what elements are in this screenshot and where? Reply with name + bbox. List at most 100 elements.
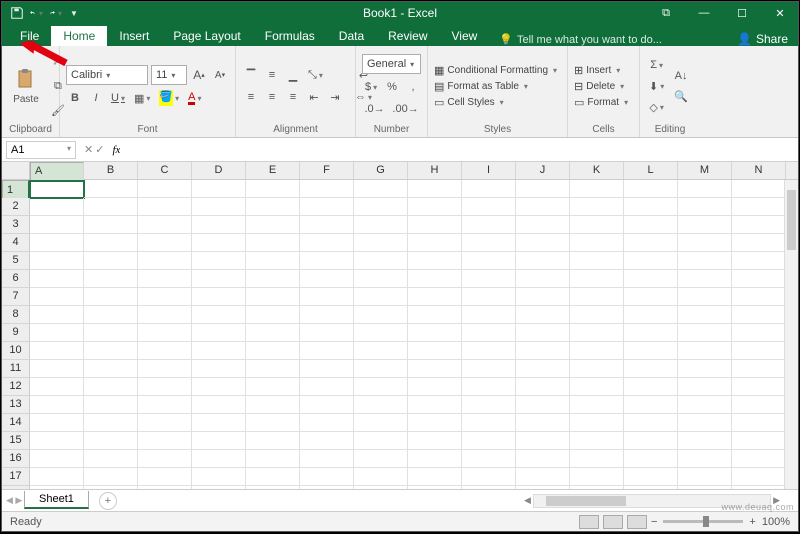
- cell[interactable]: [138, 360, 192, 378]
- close-button[interactable]: ✕: [766, 7, 794, 20]
- cell[interactable]: [624, 216, 678, 234]
- cell[interactable]: [84, 180, 138, 198]
- cell[interactable]: [678, 180, 732, 198]
- scroll-left-icon[interactable]: ◀: [522, 495, 533, 506]
- cell[interactable]: [570, 450, 624, 468]
- cell[interactable]: [732, 234, 786, 252]
- cell[interactable]: [570, 396, 624, 414]
- cell[interactable]: [462, 432, 516, 450]
- align-left-icon[interactable]: ≡: [242, 88, 260, 106]
- cell[interactable]: [732, 414, 786, 432]
- cell[interactable]: [246, 414, 300, 432]
- cell[interactable]: [30, 414, 84, 432]
- cell[interactable]: [462, 414, 516, 432]
- cell[interactable]: [138, 342, 192, 360]
- cell[interactable]: [408, 360, 462, 378]
- column-header[interactable]: N: [732, 162, 786, 179]
- cell[interactable]: [624, 306, 678, 324]
- page-layout-view-button[interactable]: [603, 515, 623, 529]
- cell[interactable]: [300, 270, 354, 288]
- row-header[interactable]: 17: [2, 468, 30, 486]
- cell[interactable]: [408, 198, 462, 216]
- cell[interactable]: [624, 450, 678, 468]
- name-box[interactable]: A1▾: [6, 141, 76, 159]
- cell[interactable]: [192, 270, 246, 288]
- fill-icon[interactable]: ⬇▾: [646, 77, 667, 95]
- column-header[interactable]: J: [516, 162, 570, 179]
- cell[interactable]: [516, 198, 570, 216]
- cancel-formula-icon[interactable]: ✕: [84, 143, 93, 156]
- decrease-indent-icon[interactable]: ⇤: [305, 88, 323, 106]
- cell[interactable]: [570, 342, 624, 360]
- cell[interactable]: [354, 288, 408, 306]
- cell[interactable]: [246, 270, 300, 288]
- cell[interactable]: [354, 342, 408, 360]
- fx-label[interactable]: fx: [112, 144, 120, 156]
- cell[interactable]: [408, 270, 462, 288]
- cell[interactable]: [30, 450, 84, 468]
- cell[interactable]: [624, 432, 678, 450]
- cell[interactable]: [300, 468, 354, 486]
- cell[interactable]: [138, 414, 192, 432]
- cell[interactable]: [354, 360, 408, 378]
- cell[interactable]: [732, 306, 786, 324]
- zoom-slider-thumb[interactable]: [703, 516, 709, 527]
- cell[interactable]: [192, 378, 246, 396]
- tab-file[interactable]: File: [8, 26, 51, 46]
- scrollbar-thumb[interactable]: [546, 496, 626, 506]
- cell[interactable]: [678, 468, 732, 486]
- cell[interactable]: [570, 414, 624, 432]
- cell[interactable]: [678, 270, 732, 288]
- cell[interactable]: [138, 216, 192, 234]
- cell[interactable]: [516, 252, 570, 270]
- cell[interactable]: [138, 396, 192, 414]
- cell[interactable]: [300, 324, 354, 342]
- zoom-out-button[interactable]: −: [651, 516, 657, 528]
- cell[interactable]: [300, 306, 354, 324]
- qat-customize-icon[interactable]: ▼: [67, 6, 81, 20]
- formula-input[interactable]: [120, 142, 798, 158]
- cell[interactable]: [30, 198, 84, 216]
- cell[interactable]: [192, 360, 246, 378]
- align-top-icon[interactable]: ▔: [242, 66, 260, 84]
- cell[interactable]: [570, 306, 624, 324]
- cell[interactable]: [408, 324, 462, 342]
- cell[interactable]: [732, 396, 786, 414]
- insert-cells-button[interactable]: ⊞Insert▾: [574, 64, 628, 77]
- row-header[interactable]: 1: [2, 180, 30, 200]
- tab-formulas[interactable]: Formulas: [253, 26, 327, 46]
- cell[interactable]: [246, 234, 300, 252]
- cell[interactable]: [624, 378, 678, 396]
- cell[interactable]: [678, 216, 732, 234]
- cell[interactable]: [408, 252, 462, 270]
- cell[interactable]: [84, 198, 138, 216]
- cell[interactable]: [84, 306, 138, 324]
- column-header[interactable]: M: [678, 162, 732, 179]
- decrease-decimal-icon[interactable]: .00→: [390, 100, 421, 118]
- cell[interactable]: [732, 216, 786, 234]
- vertical-scrollbar[interactable]: [784, 180, 798, 489]
- cell[interactable]: [246, 450, 300, 468]
- tab-insert[interactable]: Insert: [107, 26, 161, 46]
- cell[interactable]: [30, 270, 84, 288]
- column-header[interactable]: A: [30, 162, 84, 182]
- cell[interactable]: [138, 180, 192, 198]
- cell[interactable]: [408, 306, 462, 324]
- cell[interactable]: [570, 324, 624, 342]
- cell[interactable]: [624, 414, 678, 432]
- sort-filter-icon[interactable]: A↓: [671, 67, 691, 85]
- cell[interactable]: [300, 360, 354, 378]
- bold-button[interactable]: B: [66, 89, 84, 107]
- cell[interactable]: [732, 198, 786, 216]
- cell[interactable]: [624, 252, 678, 270]
- cell[interactable]: [516, 378, 570, 396]
- cell[interactable]: [192, 198, 246, 216]
- cell[interactable]: [570, 468, 624, 486]
- column-header[interactable]: G: [354, 162, 408, 179]
- cell[interactable]: [516, 234, 570, 252]
- delete-cells-button[interactable]: ⊟Delete▾: [574, 80, 628, 93]
- cell[interactable]: [624, 198, 678, 216]
- cell[interactable]: [30, 324, 84, 342]
- cell[interactable]: [624, 396, 678, 414]
- row-header[interactable]: 13: [2, 396, 30, 414]
